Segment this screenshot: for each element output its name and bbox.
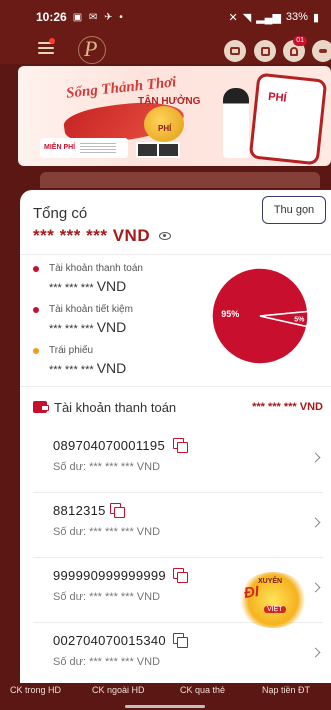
account-type-label: Trái phiếu — [49, 345, 94, 356]
payment-section-title: Tài khoản thanh toán — [54, 399, 177, 415]
mute-icon: ✕ — [228, 11, 238, 24]
notification-badge: 01 — [293, 36, 307, 46]
partner-logos — [136, 142, 180, 158]
account-number: 002704070015340 — [53, 633, 166, 648]
bank-logo: P — [84, 36, 98, 61]
account-balance: Số dư: *** *** *** VND — [53, 461, 161, 473]
account-type-label: Tài khoản thanh toán — [49, 263, 143, 274]
account-balance: Số dư: *** *** *** VND — [53, 526, 161, 538]
notification-icons: ▣ ✉ ✈ • — [72, 11, 125, 23]
allocation-pie-chart: 95% 5% — [211, 267, 309, 365]
promo-main-text: ĐI — [242, 583, 261, 602]
copy-icon[interactable] — [173, 438, 188, 453]
wallet-icon — [33, 401, 49, 413]
collapse-button[interactable]: Thu gọn — [262, 196, 326, 224]
divider — [20, 254, 331, 255]
home-indicator — [125, 705, 205, 708]
account-balance: Số dư: *** *** *** VND — [53, 591, 161, 603]
account-list-item[interactable]: 002704070015340 Số dư: *** *** *** VND — [33, 625, 323, 683]
account-type-value: *** *** *** VND — [49, 278, 127, 294]
qr-icon[interactable] — [254, 40, 276, 62]
divider — [33, 492, 323, 493]
chevron-right-icon — [310, 517, 321, 528]
copy-icon[interactable] — [110, 503, 125, 518]
chevron-right-icon — [310, 452, 321, 463]
action-external-transfer[interactable]: CK ngoài HD — [92, 685, 145, 695]
status-time: 10:26 — [36, 10, 67, 24]
divider — [33, 557, 323, 558]
menu-notification-dot — [49, 38, 55, 44]
total-row: *** *** *** VND — [33, 226, 172, 246]
copy-icon[interactable] — [173, 568, 188, 583]
profile-icon[interactable] — [312, 40, 331, 62]
banner-subheadline: TẬN HƯỞNG — [138, 96, 201, 107]
carousel-strip — [40, 172, 320, 188]
legend-dot — [33, 307, 39, 313]
account-number: 089704070001195 — [53, 438, 165, 453]
coin-label: PHÍ — [158, 124, 172, 133]
floating-promo-badge[interactable]: XUYÊN ĐI VIỆT — [238, 572, 310, 630]
account-type-value: *** *** *** VND — [49, 319, 127, 335]
legend-dot — [33, 348, 39, 354]
account-list-item[interactable]: 8812315 Số dư: *** *** *** VND — [33, 495, 323, 559]
free-fee-box: MIỄN PHÍ — [40, 138, 128, 158]
pie-slice-label: 5% — [294, 316, 305, 323]
account-type-value: *** *** *** VND — [49, 360, 127, 376]
total-title: Tổng có — [33, 205, 88, 222]
battery-icon: ▮ — [312, 11, 319, 24]
chevron-right-icon — [310, 647, 321, 658]
payment-section-value: *** *** *** VND — [252, 401, 323, 413]
scan-icon[interactable] — [224, 40, 246, 62]
wifi-icon: ◥ — [242, 11, 252, 24]
account-balance: Số dư: *** *** *** VND — [53, 656, 161, 668]
person-graphic — [223, 88, 249, 158]
account-type-label: Tài khoản tiết kiệm — [49, 304, 133, 315]
fine-print — [80, 143, 117, 153]
account-number: 8812315 — [53, 503, 106, 518]
eye-icon[interactable] — [159, 232, 172, 240]
menu-icon[interactable] — [38, 42, 54, 56]
phone-brand: PHÍ — [267, 90, 288, 105]
promo-badge-text: VIỆT — [264, 606, 286, 613]
copy-icon[interactable] — [173, 633, 188, 648]
phone-graphic: PHÍ — [248, 72, 328, 166]
divider — [20, 386, 331, 387]
account-list-item[interactable]: 089704070001195 Số dư: *** *** *** VND — [33, 430, 323, 494]
assets-card: Tổng có Thu gọn *** *** *** VND Tài khoả… — [20, 190, 331, 683]
promo-top-text: XUYÊN — [258, 578, 283, 585]
account-number: 999990999999999 — [53, 568, 166, 583]
legend-dot — [33, 266, 39, 272]
payment-section-header[interactable]: Tài khoản thanh toán *** *** *** VND — [33, 397, 323, 417]
pie-slice-label: 95% — [221, 309, 239, 319]
total-value: *** *** *** VND — [33, 226, 151, 245]
battery-percent: 33% — [285, 11, 308, 23]
status-bar: 10:26 ▣ ✉ ✈ • ✕ ◥ ▂▄▆ 33% ▮ — [0, 0, 331, 34]
chevron-right-icon — [310, 582, 321, 593]
bell-icon[interactable]: 01 — [283, 36, 307, 62]
action-phone-topup[interactable]: Nạp tiền ĐT — [262, 685, 310, 695]
free-fee-label: MIỄN PHÍ — [44, 144, 76, 151]
app-header: P 01 — [0, 34, 331, 64]
signal-icon: ▂▄▆ — [256, 11, 281, 24]
status-right: ✕ ◥ ▂▄▆ 33% ▮ — [229, 11, 320, 24]
action-card-transfer[interactable]: CK qua thẻ — [180, 685, 225, 695]
action-internal-transfer[interactable]: CK trong HD — [10, 685, 61, 695]
promo-banner[interactable]: Sống Thảnh Thơi TẬN HƯỞNG PHÍ PHÍ MIỄN P… — [18, 66, 331, 166]
